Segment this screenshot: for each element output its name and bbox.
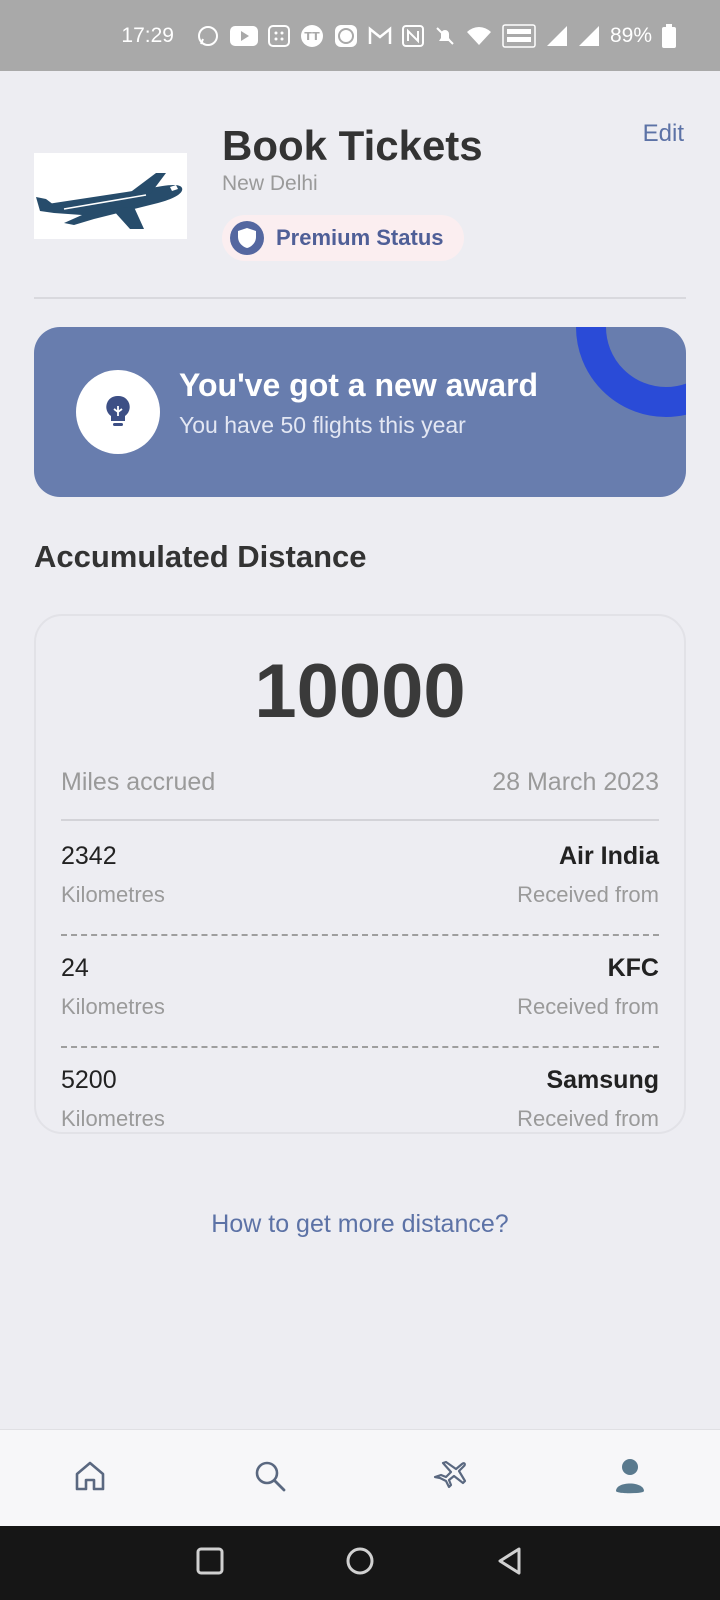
vowifi-icon <box>502 23 536 48</box>
entry-amount: 2342 <box>61 842 117 870</box>
tt-app-icon: TT <box>300 24 324 48</box>
back-button[interactable] <box>495 1546 525 1581</box>
nav-flights[interactable] <box>410 1438 490 1518</box>
entry-source: KFC <box>607 954 659 982</box>
signal-icon <box>546 25 568 47</box>
header-divider <box>34 297 686 299</box>
home-icon <box>73 1459 107 1498</box>
battery-level: 89% <box>609 23 652 47</box>
svg-text:TT: TT <box>304 30 320 43</box>
signal-icon <box>578 25 600 47</box>
profile-icon <box>613 1457 647 1500</box>
airplane-logo <box>34 153 187 239</box>
location-label: New Delhi <box>222 172 318 195</box>
shield-icon <box>230 221 264 255</box>
entry-received-label: Received from <box>517 882 659 907</box>
airplane-icon <box>432 1458 468 1499</box>
gmail-icon <box>368 25 392 46</box>
entry-unit: Kilometres <box>61 1106 165 1131</box>
award-banner[interactable]: You've got a new award You have 50 fligh… <box>34 327 686 497</box>
miles-accrued-label: Miles accrued <box>61 768 216 796</box>
page-title: Book Tickets <box>222 122 483 169</box>
entry-amount: 5200 <box>61 1066 117 1094</box>
decorative-ring <box>576 327 686 417</box>
battery-icon <box>662 23 676 48</box>
entry-received-label: Received from <box>517 994 659 1019</box>
dashed-divider <box>61 1046 659 1048</box>
entry-source: Samsung <box>546 1066 659 1094</box>
award-title: You've got a new award <box>179 367 539 403</box>
list-item: 24 Kilometres KFC Received from <box>61 954 659 1064</box>
premium-status-badge: Premium Status <box>222 215 464 261</box>
bottom-navigation <box>0 1429 720 1526</box>
grid-app-icon <box>267 24 290 47</box>
dashed-divider <box>61 934 659 936</box>
entry-amount: 24 <box>61 954 89 982</box>
nav-profile[interactable] <box>590 1438 670 1518</box>
home-button[interactable] <box>345 1546 375 1581</box>
miles-date: 28 March 2023 <box>492 768 659 796</box>
total-miles: 10000 <box>254 649 466 734</box>
edit-button[interactable]: Edit <box>643 120 684 148</box>
nav-search[interactable] <box>230 1438 310 1518</box>
more-distance-link[interactable]: How to get more distance? <box>0 1210 720 1239</box>
cb-app-icon <box>334 24 358 48</box>
lightbulb-icon <box>76 370 160 454</box>
card-divider <box>61 819 659 821</box>
nfc-icon <box>401 24 424 47</box>
status-time: 17:29 <box>121 23 174 47</box>
search-icon <box>253 1459 287 1498</box>
youtube-icon <box>229 25 258 46</box>
whatsapp-icon <box>196 24 220 48</box>
distance-card: 10000 Miles accrued 28 March 2023 2342 K… <box>34 614 686 1134</box>
list-item: 5200 Kilometres Samsung Received from <box>61 1066 659 1132</box>
premium-status-label: Premium Status <box>276 225 444 250</box>
recents-button[interactable] <box>195 1546 225 1581</box>
award-subtitle: You have 50 flights this year <box>179 412 466 438</box>
status-bar: 17:29 TT 89% <box>0 0 720 71</box>
system-navigation-bar <box>0 1526 720 1600</box>
mute-icon <box>434 25 456 47</box>
entry-source: Air India <box>558 842 659 870</box>
entry-unit: Kilometres <box>61 994 165 1019</box>
profile-header: Book Tickets New Delhi Edit Premium Stat… <box>34 120 686 300</box>
entry-unit: Kilometres <box>61 882 165 907</box>
wifi-icon <box>466 26 492 46</box>
nav-home[interactable] <box>50 1438 130 1518</box>
section-title: Accumulated Distance <box>34 539 367 574</box>
entry-received-label: Received from <box>517 1106 659 1131</box>
list-item: 2342 Kilometres Air India Received from <box>61 842 659 952</box>
